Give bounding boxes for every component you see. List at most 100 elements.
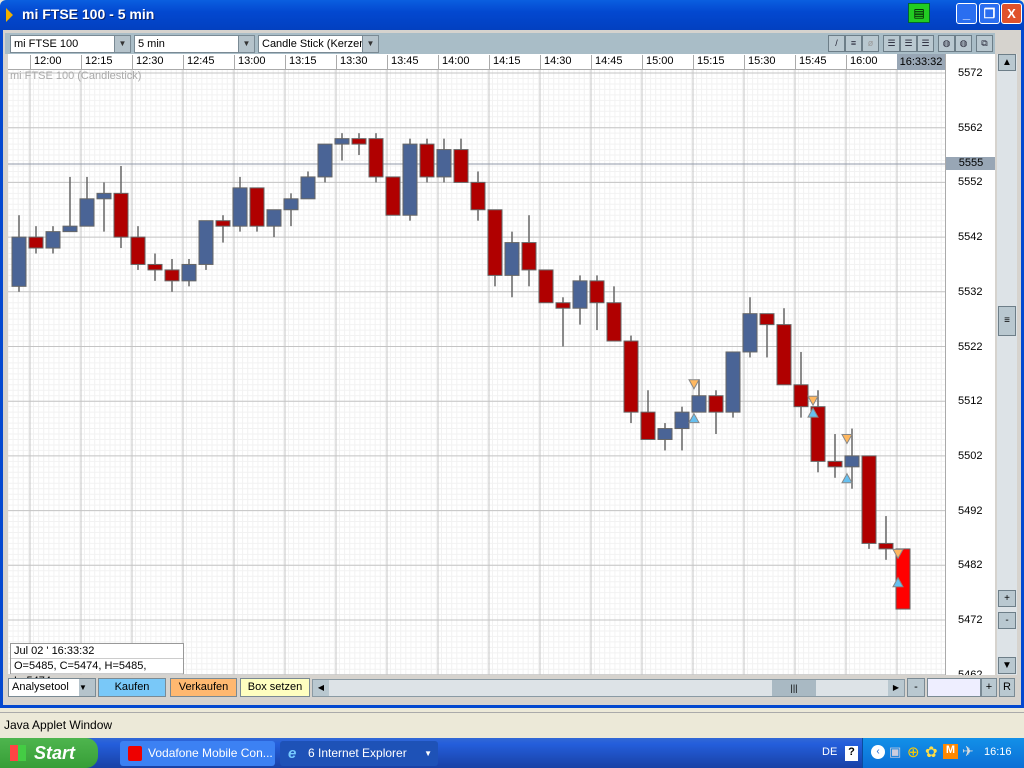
zoom-in-button[interactable]: + (981, 678, 997, 697)
close-button[interactable]: X (1001, 3, 1022, 24)
candle-body (11, 236, 27, 287)
time-tick-label: 15:15 (693, 55, 725, 70)
info-date: Jul 02 ' 16:33:32 (11, 644, 183, 659)
candlestick-chart[interactable] (7, 70, 945, 676)
instrument-select[interactable]: mi FTSE 100 ▼ (10, 35, 131, 53)
time-tick-label: 12:45 (183, 55, 215, 70)
satellite-icon[interactable]: ✈ (962, 743, 974, 760)
help-icon[interactable]: ? (845, 746, 858, 761)
time-tick-label: 12:30 (132, 55, 164, 70)
zoom-in-icon[interactable]: ◍ (938, 35, 955, 52)
chart-area[interactable] (7, 70, 945, 676)
chevron-down-icon[interactable]: ▼ (362, 36, 378, 52)
zoom-out-button[interactable]: - (907, 678, 925, 697)
delete-drawing-icon[interactable]: ø (862, 35, 879, 52)
candle-body (555, 302, 571, 309)
price-tick-label: 5512 (958, 395, 983, 408)
candle-body (640, 411, 656, 440)
price-tick-label: 5542 (958, 231, 983, 244)
scroll-thumb[interactable]: ||| (772, 680, 816, 696)
grid-icon[interactable]: ☰ (900, 35, 917, 52)
candle-body (130, 236, 146, 265)
price-tick-label: 5532 (958, 285, 983, 298)
candle-body (96, 192, 112, 200)
candle-body (45, 231, 61, 249)
time-tick-label: 15:00 (642, 55, 674, 70)
time-tick-label: 15:45 (795, 55, 827, 70)
buy-button[interactable]: Kaufen (98, 678, 166, 697)
analysis-tool-select[interactable]: Analysetool ▼ (8, 678, 96, 697)
restore-button[interactable]: ❐ (979, 3, 1000, 24)
taskbar-item-vodafone[interactable]: Vodafone Mobile Con... (120, 741, 275, 766)
language-indicator[interactable]: DE (822, 746, 837, 758)
grid-icon[interactable]: ☰ (917, 35, 934, 52)
chevron-down-icon[interactable]: ▼ (114, 36, 130, 52)
zoom-slider[interactable] (927, 678, 981, 697)
time-tick-label: 12:00 (30, 55, 62, 70)
scroll-right-icon[interactable]: ▶ (888, 680, 904, 696)
candle-body (164, 269, 180, 282)
zoom-plus-icon[interactable]: + (998, 590, 1016, 607)
candle-body (776, 324, 792, 386)
vodafone-icon (128, 746, 142, 761)
time-tick-label: 14:45 (591, 55, 623, 70)
zoom-out-icon[interactable]: ◍ (955, 35, 972, 52)
time-tick-label: 15:30 (744, 55, 776, 70)
zoom-minus-icon[interactable]: - (998, 612, 1016, 629)
show-hidden-icons-icon[interactable]: ‹ (871, 745, 885, 759)
vertical-scrollbar[interactable]: ▲ ≡ + - ▼ (997, 54, 1017, 675)
sync-icon[interactable]: ✿ (925, 743, 938, 761)
time-tick-label: 13:15 (285, 55, 317, 70)
candle-body (674, 411, 690, 430)
scroll-up-icon[interactable]: ▲ (998, 54, 1016, 71)
candle-body (334, 138, 350, 145)
minimize-button[interactable]: _ (956, 3, 977, 24)
candle-body (878, 542, 894, 550)
candle-body (249, 187, 265, 227)
price-tick-label: 5572 (958, 67, 983, 79)
ie-icon: e (288, 745, 297, 762)
system-tray: ‹ ▣ ⊕ ✿ M ✈ 16:16 (862, 738, 1024, 768)
printer-icon[interactable]: ▤ (908, 3, 930, 23)
ohlc-info-box: Jul 02 ' 16:33:32 O=5485, C=5474, H=5485… (10, 643, 184, 687)
current-time-label: 16:33:32 (897, 54, 945, 70)
time-axis: 16:33:32 12:00 12:15 12:30 12:45 13:00 13:15 1… (8, 54, 945, 70)
candle-body (538, 269, 554, 304)
task-label: Vodafone Mobile Con... (148, 746, 273, 760)
scroll-down-icon[interactable]: ▼ (998, 657, 1016, 674)
time-tick-label: 12:15 (81, 55, 113, 70)
interval-select[interactable]: 5 min ▼ (134, 35, 255, 53)
m-app-icon[interactable]: M (943, 744, 958, 759)
draw-line-icon[interactable]: / (828, 35, 845, 52)
grid-icon[interactable]: ☰ (883, 35, 900, 52)
chart-type-select[interactable]: Candle Stick (Kerzen ▼ (258, 35, 379, 53)
network-icon[interactable]: ▣ (889, 744, 901, 760)
analysis-tool-value: Analysetool (12, 681, 69, 693)
reset-button[interactable]: R (999, 678, 1015, 697)
candle-body (657, 428, 673, 440)
detach-window-icon[interactable]: ⧉ (976, 35, 993, 52)
scroll-thumb[interactable]: ≡ (998, 306, 1016, 336)
candle-body (708, 395, 724, 413)
clock: 16:16 (984, 746, 1012, 758)
window-title: mi FTSE 100 - 5 min (22, 6, 155, 22)
chevron-down-icon[interactable]: ▼ (238, 36, 254, 52)
scroll-left-icon[interactable]: ◀ (313, 680, 329, 696)
globe-icon[interactable]: ⊕ (907, 743, 920, 761)
chart-legend: mi FTSE 100 (Candlestick) (10, 70, 142, 82)
candle-body (436, 149, 452, 178)
candle-body (385, 176, 401, 216)
candle-body (504, 242, 520, 276)
hline-icon[interactable]: ≡ (845, 35, 862, 52)
candle-body (725, 351, 741, 413)
horizontal-scrollbar[interactable]: ◀ ||| ▶ (312, 679, 905, 697)
sell-button[interactable]: Verkaufen (170, 678, 237, 697)
task-label: 6 Internet Explorer (308, 746, 407, 760)
taskbar-item-internet-explorer[interactable]: e 6 Internet Explorer ▼ (280, 741, 438, 766)
candle-body (827, 460, 843, 468)
candle-body (759, 313, 775, 326)
candle-body (215, 220, 231, 227)
start-button[interactable]: Start (0, 738, 98, 768)
set-box-button[interactable]: Box setzen (240, 678, 310, 697)
chevron-down-icon[interactable]: ▼ (79, 679, 95, 696)
